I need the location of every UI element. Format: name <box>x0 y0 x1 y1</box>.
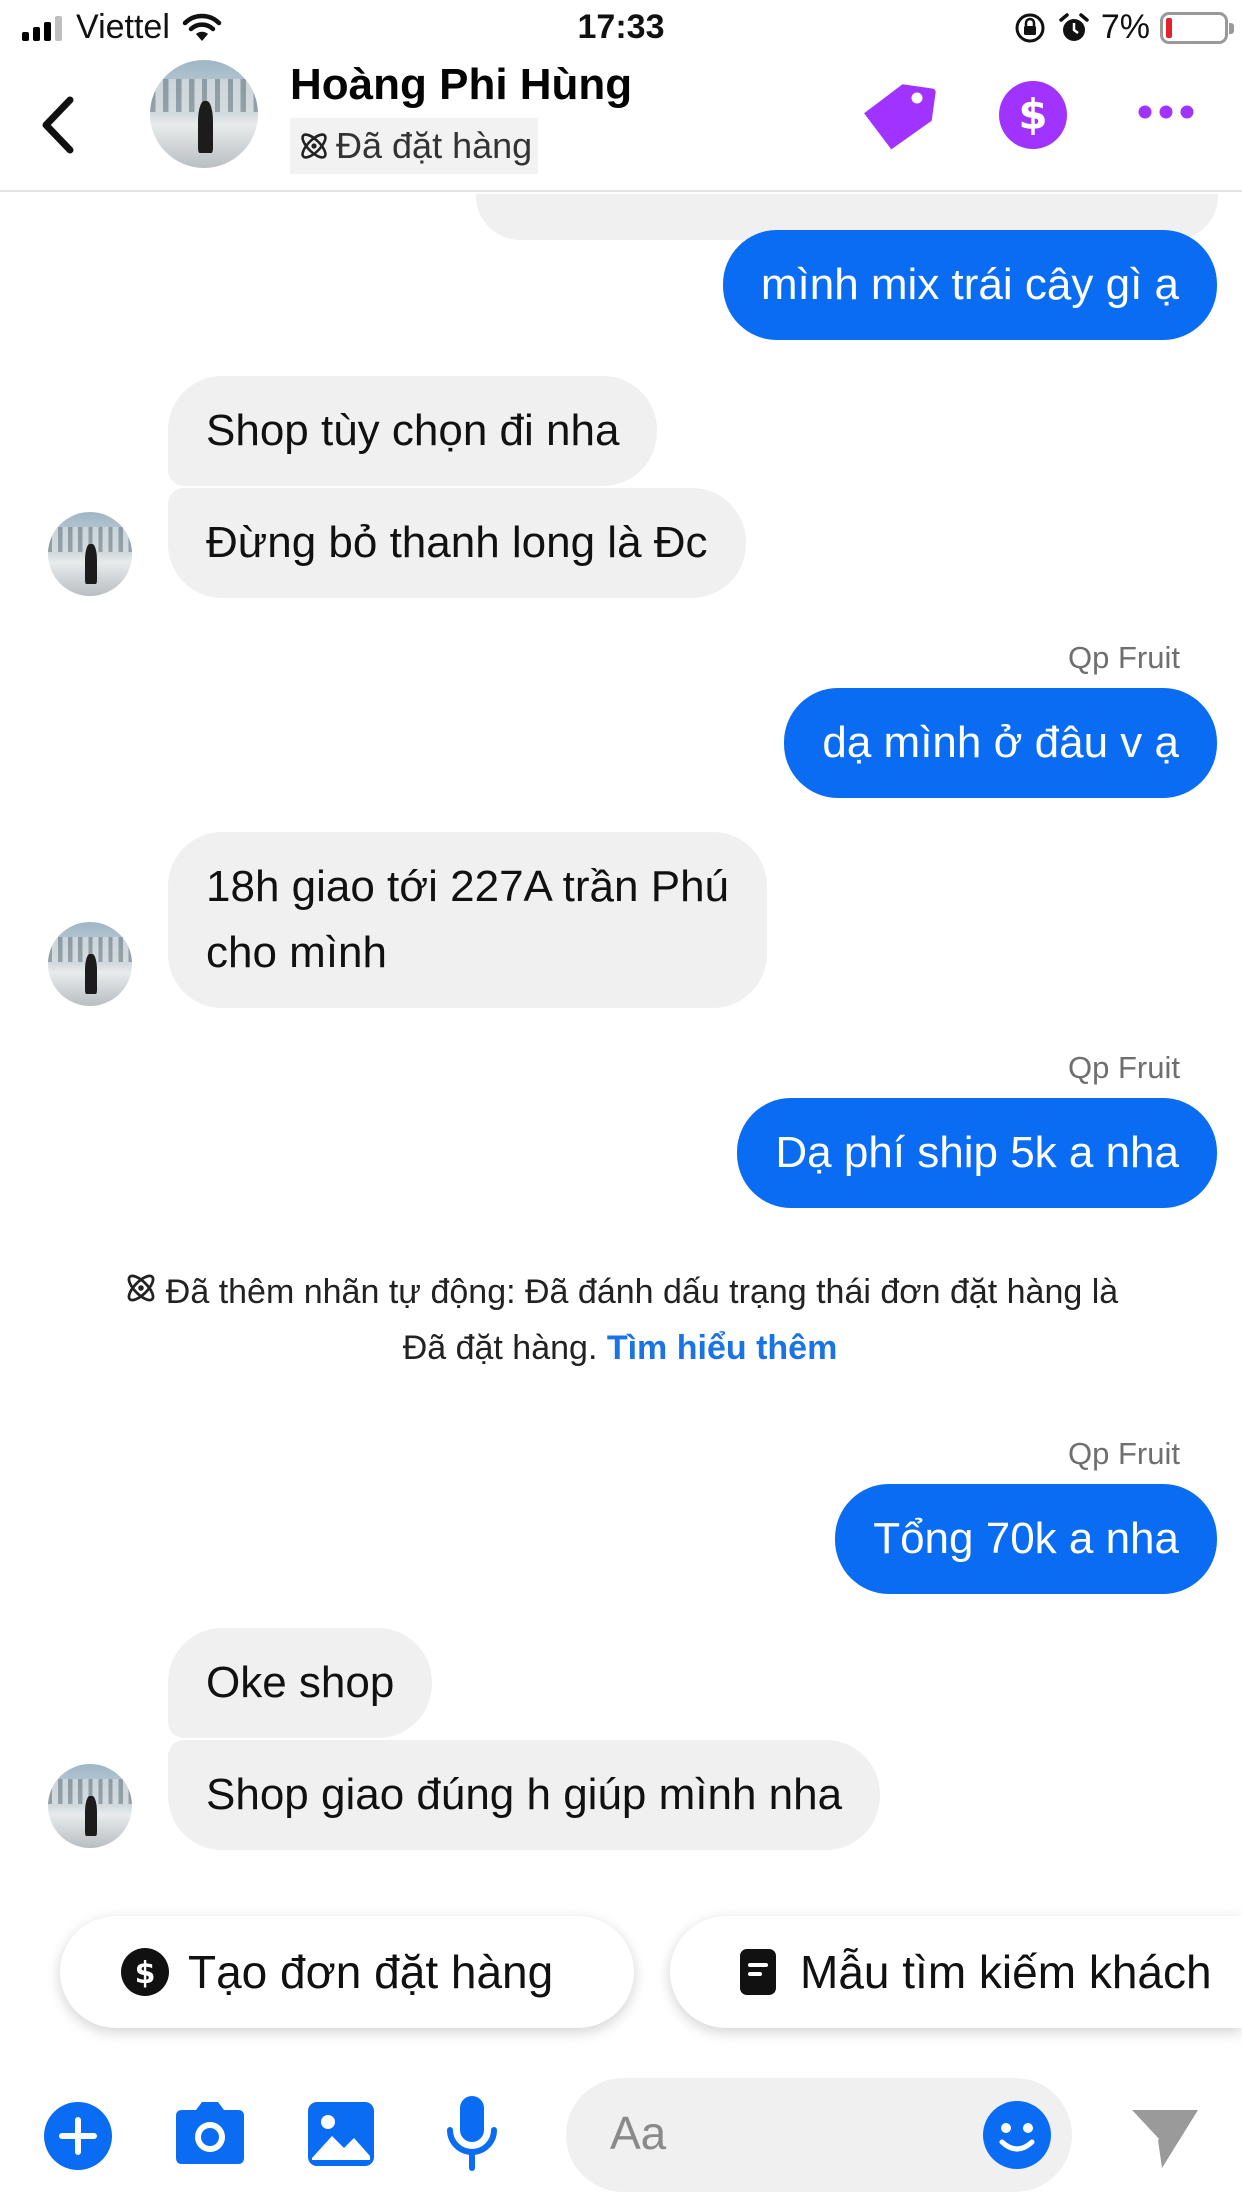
contact-name[interactable]: Hoàng Phi Hùng <box>290 60 632 110</box>
conversation-header: Hoàng Phi Hùng Đã đặt hàng $ <box>0 60 1242 192</box>
emoji-icon[interactable] <box>982 2100 1052 2170</box>
battery-percent: 7% <box>1100 8 1150 46</box>
status-right: 7% <box>1013 8 1234 47</box>
message-bubble-outgoing[interactable]: Tổng 70k a nha <box>835 1484 1217 1594</box>
image-gallery-icon[interactable] <box>306 2100 376 2168</box>
learn-more-link[interactable]: Tìm hiểu thêm <box>607 1329 837 1367</box>
atom-icon <box>301 133 327 159</box>
message-bubble-outgoing[interactable]: mình mix trái cây gì ạ <box>722 230 1217 340</box>
message-thread[interactable]: mình mix trái cây gì ạ Shop tùy chọn đi … <box>0 194 1242 1884</box>
sender-avatar[interactable] <box>48 922 132 1006</box>
back-chevron-icon[interactable] <box>30 90 90 160</box>
notice-line-2: Đã đặt hàng. Tìm hiểu thêm <box>60 1320 1180 1376</box>
svg-text:$: $ <box>135 1956 156 1991</box>
message-input[interactable]: Aa <box>566 2078 1072 2192</box>
customer-search-template-button[interactable]: Mẫu tìm kiếm khách <box>670 1916 1242 2028</box>
message-bubble-incoming[interactable]: Shop tùy chọn đi nha <box>168 376 658 486</box>
dollar-icon: $ <box>121 1948 169 1996</box>
plus-icon[interactable] <box>44 2102 112 2170</box>
payment-icon[interactable]: $ <box>998 80 1068 150</box>
atom-icon <box>127 1274 155 1302</box>
create-order-button[interactable]: $ Tạo đơn đặt hàng <box>60 1916 634 2028</box>
message-line: cho mình <box>206 928 387 977</box>
status-bar: Viettel 17:33 7% <box>0 0 1242 60</box>
note-icon <box>740 1949 776 1995</box>
tag-icon[interactable] <box>862 78 936 152</box>
battery-icon <box>1160 11 1234 44</box>
sender-name: Qp Fruit <box>1068 1436 1180 1471</box>
sender-avatar[interactable] <box>48 512 132 596</box>
message-input-placeholder: Aa <box>610 2107 667 2159</box>
auto-label-notice: Đã thêm nhãn tự động: Đã đánh dấu trạng … <box>60 1264 1180 1376</box>
notice-text: Đã thêm nhãn tự động: Đã đánh dấu trạng … <box>165 1273 1119 1311</box>
message-composer: Aa <box>0 2070 1242 2208</box>
notice-line-1: Đã thêm nhãn tự động: Đã đánh dấu trạng … <box>60 1264 1180 1320</box>
sender-avatar[interactable] <box>48 1764 132 1848</box>
more-options-icon[interactable] <box>1136 100 1196 124</box>
camera-icon[interactable] <box>174 2100 246 2168</box>
order-status-label[interactable]: Đã đặt hàng <box>290 118 539 174</box>
svg-text:$: $ <box>1018 90 1047 139</box>
alarm-icon <box>1059 12 1089 41</box>
microphone-icon[interactable] <box>444 2094 500 2174</box>
sender-name: Qp Fruit <box>1068 1050 1180 1085</box>
notice-text: Đã đặt hàng. <box>402 1329 598 1367</box>
message-bubble-outgoing[interactable]: Dạ phí ship 5k a nha <box>737 1098 1217 1208</box>
contact-avatar[interactable] <box>150 60 258 168</box>
orientation-lock-icon <box>1015 13 1045 42</box>
message-bubble-incoming[interactable]: 18h giao tới 227A trần Phú cho mình <box>168 832 768 1008</box>
message-bubble-incoming[interactable]: Đừng bỏ thanh long là Đc <box>168 488 746 598</box>
customer-search-template-label: Mẫu tìm kiếm khách <box>800 1946 1212 1998</box>
send-icon[interactable] <box>1126 2104 1202 2170</box>
sender-name: Qp Fruit <box>1068 640 1180 675</box>
create-order-label: Tạo đơn đặt hàng <box>188 1946 554 1998</box>
message-bubble-incoming[interactable]: Shop giao đúng h giúp mình nha <box>168 1740 881 1850</box>
message-bubble-outgoing[interactable]: dạ mình ở đâu v ạ <box>784 688 1217 798</box>
message-bubble-incoming[interactable]: Oke shop <box>168 1628 433 1738</box>
message-line: 18h giao tới 227A trần Phú <box>206 862 730 911</box>
order-status-text: Đã đặt hàng <box>336 125 533 166</box>
